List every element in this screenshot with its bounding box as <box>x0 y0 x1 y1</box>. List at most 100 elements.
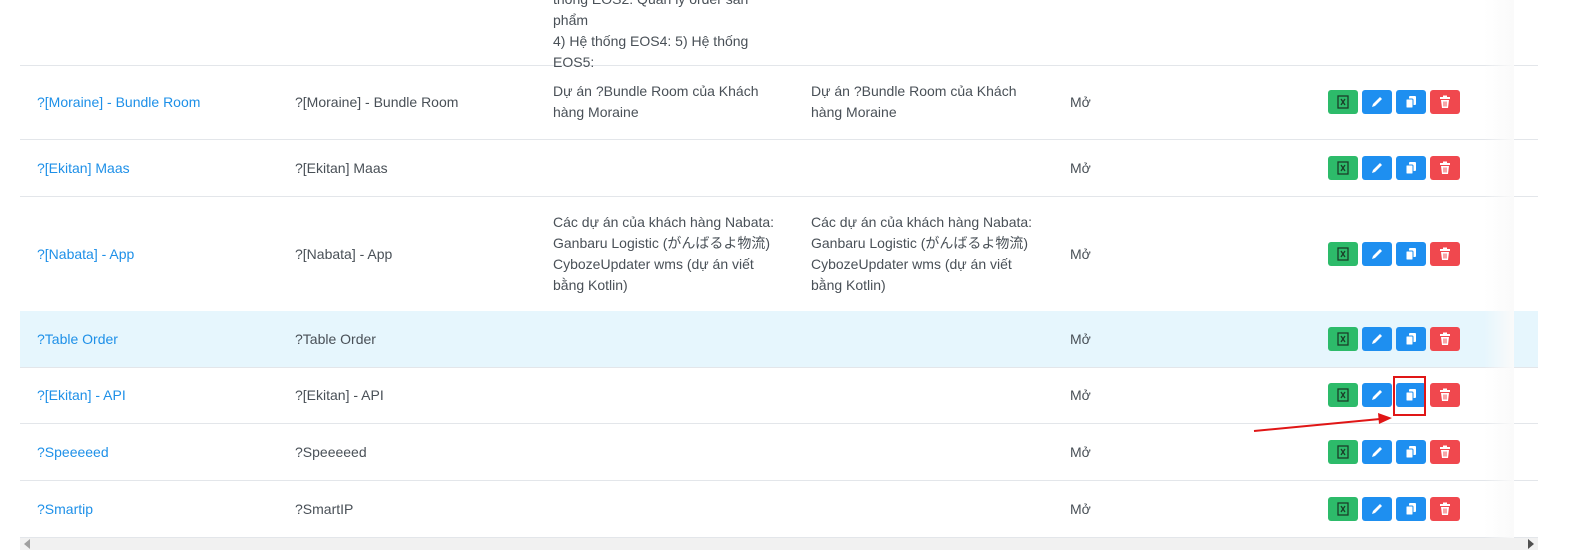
project-name-link[interactable]: ?Speeeeed <box>37 423 287 480</box>
edit-button[interactable] <box>1362 439 1392 464</box>
excel-button[interactable] <box>1328 90 1358 114</box>
project-code: ?SmartIP <box>295 500 354 517</box>
copy-icon <box>1405 161 1416 174</box>
pencil-icon <box>1372 248 1382 259</box>
edit-button[interactable] <box>1362 155 1392 180</box>
excel-button[interactable] <box>1328 155 1358 180</box>
project-code: ?[Ekitan] - API <box>295 387 384 403</box>
project-description-secondary <box>811 423 1039 480</box>
delete-button[interactable] <box>1430 439 1460 464</box>
copy-icon <box>1405 502 1416 515</box>
project-description <box>553 423 781 480</box>
project-status: Mở <box>1070 94 1091 110</box>
copy-icon <box>1405 96 1416 109</box>
project-code: ?Table Order <box>295 331 376 347</box>
project-description-secondary <box>811 367 1039 423</box>
edit-button[interactable] <box>1362 90 1392 114</box>
table-row: ?[Moraine] - Bundle Room ?[Moraine] - Bu… <box>20 65 1538 140</box>
project-description <box>553 139 781 196</box>
edit-button[interactable] <box>1362 496 1392 521</box>
table-row: ?Speeeeed ?Speeeeed Mở <box>20 423 1538 481</box>
pencil-icon <box>1372 503 1382 514</box>
row-description: thống EOS2: Quản lý order sản phẩm 4) Hệ… <box>553 0 749 70</box>
project-status: Mở <box>1070 331 1091 347</box>
excel-icon <box>1337 332 1349 346</box>
project-status: Mở <box>1070 159 1091 176</box>
project-status: Mở <box>1070 443 1091 460</box>
project-status: Mở <box>1070 245 1091 262</box>
project-name-link[interactable]: ?Smartip <box>37 480 287 537</box>
copy-icon <box>1405 445 1416 458</box>
excel-button[interactable] <box>1328 439 1358 464</box>
project-status: Mở <box>1070 500 1091 517</box>
pencil-icon <box>1372 97 1382 107</box>
annotation-highlight-box <box>1393 376 1426 416</box>
trash-icon <box>1440 388 1450 401</box>
copy-button[interactable] <box>1396 241 1426 266</box>
table-row: ?Table Order ?Table Order Mở <box>20 311 1538 368</box>
delete-button[interactable] <box>1430 496 1460 521</box>
pencil-icon <box>1372 446 1382 457</box>
project-description: Dự án ?Bundle Room của Khách hàng Morain… <box>553 83 759 120</box>
project-description <box>553 367 781 423</box>
delete-button[interactable] <box>1430 241 1460 266</box>
copy-button[interactable] <box>1396 439 1426 464</box>
project-description-secondary: Dự án ?Bundle Room của Khách hàng Morain… <box>811 83 1017 120</box>
trash-icon <box>1440 502 1450 515</box>
edit-button[interactable] <box>1362 327 1392 351</box>
copy-button[interactable] <box>1396 496 1426 521</box>
table-row: thống EOS2: Quản lý order sản phẩm 4) Hệ… <box>20 0 1538 70</box>
copy-button[interactable] <box>1396 327 1426 351</box>
table-row: ?[Ekitan] - API ?[Ekitan] - API Mở <box>20 367 1538 424</box>
table-row: ?[Ekitan] Maas ?[Ekitan] Maas Mở <box>20 139 1538 197</box>
project-description: Các dự án của khách hàng Nabata: Ganbaru… <box>553 213 775 293</box>
trash-icon <box>1440 161 1450 174</box>
project-description-secondary <box>811 139 1039 196</box>
excel-icon <box>1337 501 1349 516</box>
copy-button[interactable] <box>1396 90 1426 114</box>
scroll-left-arrow-icon[interactable] <box>24 539 30 549</box>
excel-icon <box>1337 160 1349 175</box>
row-actions <box>1328 480 1468 537</box>
project-status: Mở <box>1070 387 1091 403</box>
delete-button[interactable] <box>1430 155 1460 180</box>
project-description-secondary <box>811 480 1039 537</box>
project-description <box>553 311 781 367</box>
horizontal-scrollbar[interactable] <box>20 538 1538 550</box>
trash-icon <box>1440 445 1450 458</box>
excel-icon <box>1337 246 1349 261</box>
project-name-link[interactable]: ?[Ekitan] - API <box>37 367 287 423</box>
project-code: ?Speeeeed <box>295 443 367 460</box>
project-code: ?[Nabata] - App <box>295 245 393 262</box>
excel-button[interactable] <box>1328 383 1358 407</box>
project-name-link[interactable]: ?Table Order <box>37 311 287 367</box>
table-row: ?[Nabata] - App ?[Nabata] - App Các dự á… <box>20 196 1538 312</box>
row-actions <box>1328 139 1468 196</box>
copy-button[interactable] <box>1396 155 1426 180</box>
excel-button[interactable] <box>1328 241 1358 266</box>
excel-button[interactable] <box>1328 496 1358 521</box>
excel-icon <box>1337 95 1349 109</box>
row-actions <box>1328 311 1468 367</box>
projects-table: thống EOS2: Quản lý order sản phẩm 4) Hệ… <box>20 0 1538 538</box>
project-code: ?[Ekitan] Maas <box>295 159 388 176</box>
scroll-shadow <box>1484 0 1514 538</box>
delete-button[interactable] <box>1430 383 1460 407</box>
project-name-link[interactable]: ?[Moraine] - Bundle Room <box>37 65 287 139</box>
scroll-right-arrow-icon[interactable] <box>1528 539 1534 549</box>
project-description-secondary <box>811 311 1039 367</box>
pencil-icon <box>1372 390 1382 400</box>
delete-button[interactable] <box>1430 90 1460 114</box>
row-actions <box>1328 423 1468 480</box>
excel-icon <box>1337 388 1349 402</box>
project-code: ?[Moraine] - Bundle Room <box>295 94 459 110</box>
project-name-link[interactable]: ?[Ekitan] Maas <box>37 139 287 196</box>
edit-button[interactable] <box>1362 383 1392 407</box>
project-name-link[interactable]: ?[Nabata] - App <box>37 196 287 311</box>
trash-icon <box>1440 332 1450 345</box>
edit-button[interactable] <box>1362 241 1392 266</box>
delete-button[interactable] <box>1430 327 1460 351</box>
excel-button[interactable] <box>1328 327 1358 351</box>
copy-icon <box>1405 247 1416 260</box>
row-actions <box>1328 65 1468 139</box>
